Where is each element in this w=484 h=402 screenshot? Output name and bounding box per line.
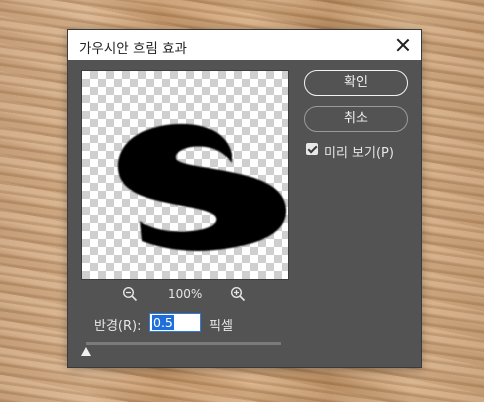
zoom-in-icon[interactable] <box>230 286 246 302</box>
gaussian-blur-dialog: 가우시안 흐림 효과 100% 반경(R): 0.5 픽셀 확인 취소 미리 보… <box>68 30 421 367</box>
preview-letter-s <box>117 123 287 251</box>
cancel-button[interactable]: 취소 <box>304 106 408 132</box>
radius-unit: 픽셀 <box>209 319 233 334</box>
radius-slider-thumb[interactable] <box>81 347 91 356</box>
title-bar: 가우시안 흐림 효과 <box>68 30 421 60</box>
radius-value: 0.5 <box>152 315 174 330</box>
radius-input[interactable]: 0.5 <box>149 313 201 332</box>
zoom-level: 100% <box>168 287 203 301</box>
zoom-out-icon[interactable] <box>122 286 138 302</box>
radius-slider-track[interactable] <box>86 342 281 345</box>
radius-label: 반경(R): <box>94 319 142 334</box>
preview-checkbox[interactable] <box>306 143 318 155</box>
ok-button[interactable]: 확인 <box>304 70 408 96</box>
close-icon[interactable] <box>393 35 413 55</box>
preview-canvas[interactable] <box>81 70 289 280</box>
preview-checkbox-label[interactable]: 미리 보기(P) <box>324 142 394 161</box>
zoom-controls: 100% <box>81 285 287 305</box>
dialog-title: 가우시안 흐림 효과 <box>79 41 187 57</box>
